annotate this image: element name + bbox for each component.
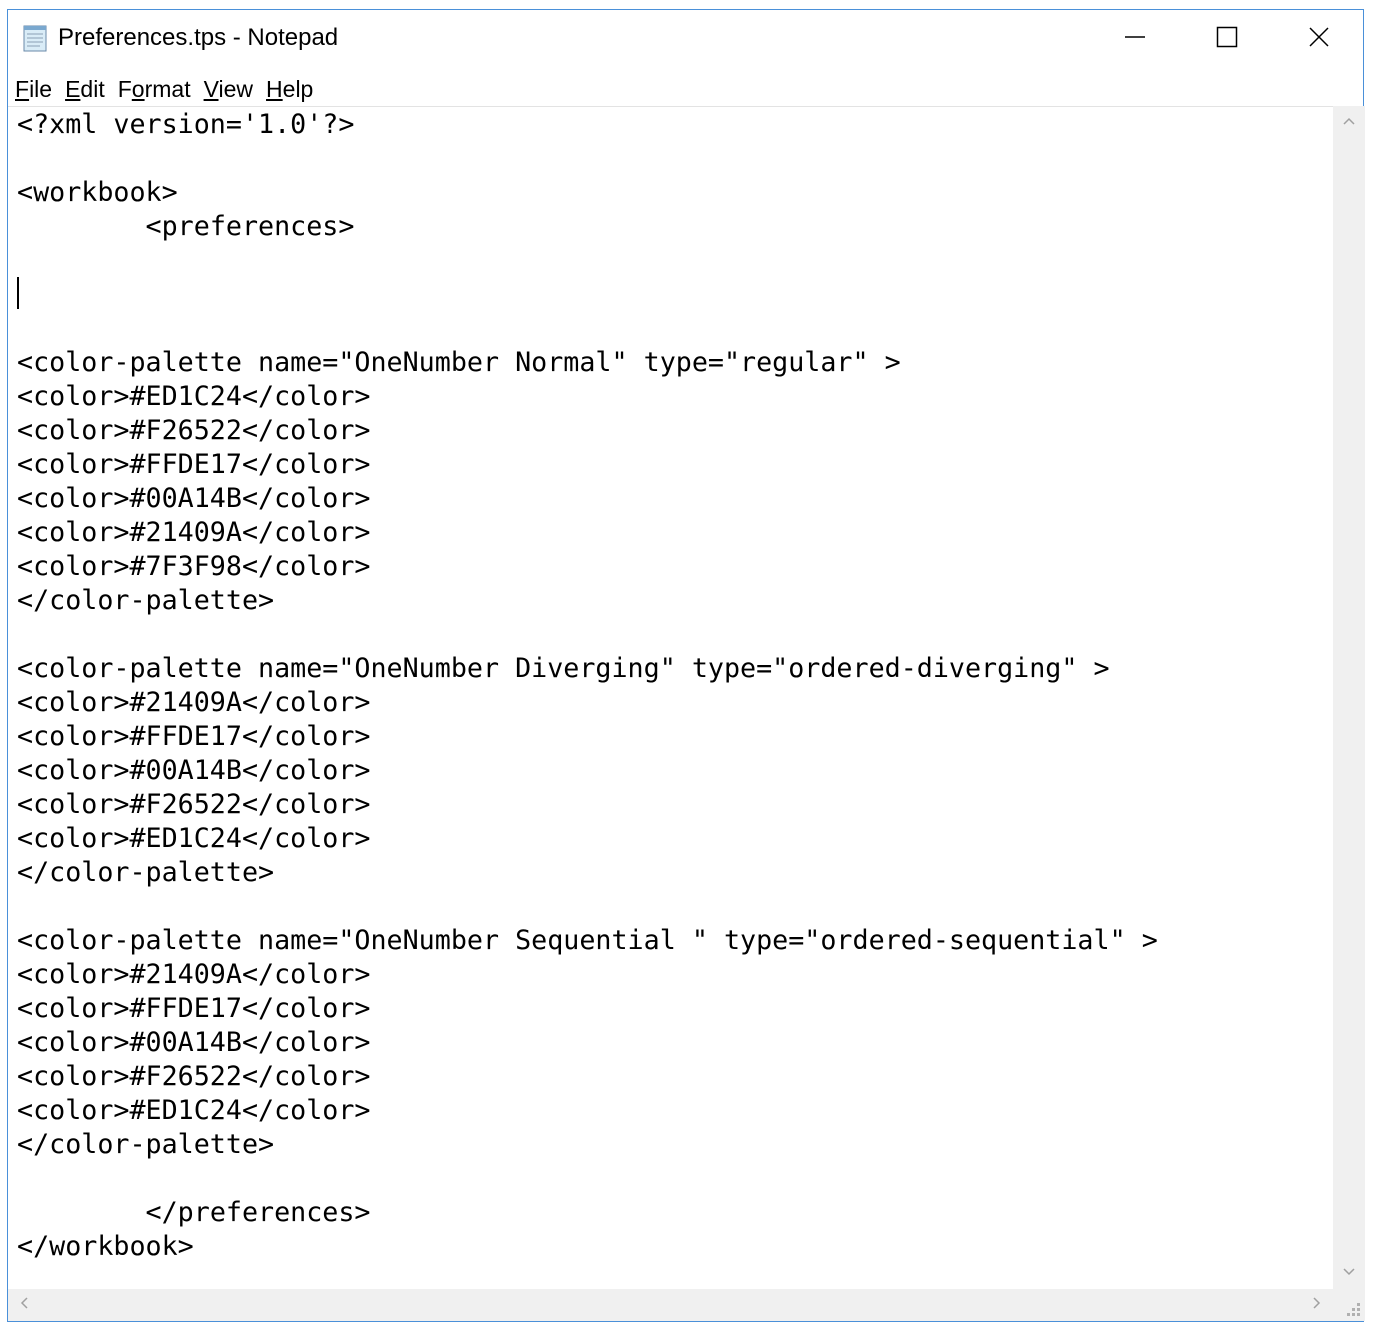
menu-help[interactable]: Help: [259, 76, 319, 103]
chevron-up-icon: [1342, 113, 1356, 131]
menu-view-label: iew: [218, 75, 254, 102]
menu-file-label: ile: [29, 75, 53, 102]
window-title: Preferences.tps - Notepad: [58, 24, 339, 51]
chevron-down-icon: [1342, 1264, 1356, 1282]
chevron-right-icon: [1312, 1296, 1322, 1315]
notepad-icon[interactable]: [20, 23, 50, 53]
text-caret: [17, 277, 19, 309]
resize-grip[interactable]: [1333, 1289, 1365, 1321]
menu-file[interactable]: File: [8, 76, 58, 103]
scroll-down-button[interactable]: [1333, 1257, 1365, 1289]
scroll-right-button[interactable]: [1301, 1289, 1333, 1321]
vertical-scrollbar[interactable]: [1333, 106, 1365, 1289]
minimize-icon: [1124, 26, 1146, 53]
menu-edit-label: dit: [80, 75, 105, 102]
notepad-window: Preferences.tps - Notepad File Edit Form…: [7, 9, 1365, 1322]
minimize-button[interactable]: [1089, 10, 1181, 68]
menu-help-label: elp: [282, 75, 314, 102]
menu-edit-accelerator: E: [65, 75, 81, 102]
menu-format[interactable]: Format: [111, 76, 197, 103]
editor-content[interactable]: <?xml version='1.0'?> <workbook> <prefer…: [17, 108, 1158, 1264]
text-editor[interactable]: <?xml version='1.0'?> <workbook> <prefer…: [8, 106, 1333, 1289]
menu-format-label: Format: [117, 75, 191, 102]
menu-file-accelerator: F: [15, 75, 30, 102]
menu-edit[interactable]: Edit: [58, 76, 111, 103]
menu-help-accelerator: H: [266, 75, 283, 102]
maximize-button[interactable]: [1181, 10, 1273, 68]
maximize-icon: [1216, 26, 1238, 53]
close-button[interactable]: [1273, 10, 1365, 68]
chevron-left-icon: [19, 1296, 29, 1315]
scroll-up-button[interactable]: [1333, 106, 1365, 138]
resize-grip-icon: [1333, 1303, 1365, 1325]
menu-view-accelerator: V: [203, 75, 219, 102]
title-bar[interactable]: Preferences.tps - Notepad: [8, 10, 1363, 70]
horizontal-scrollbar[interactable]: [8, 1289, 1333, 1321]
scroll-left-button[interactable]: [8, 1289, 40, 1321]
menu-view[interactable]: View: [197, 76, 259, 103]
menu-bar: File Edit Format View Help: [8, 72, 1363, 106]
close-icon: [1308, 26, 1330, 53]
